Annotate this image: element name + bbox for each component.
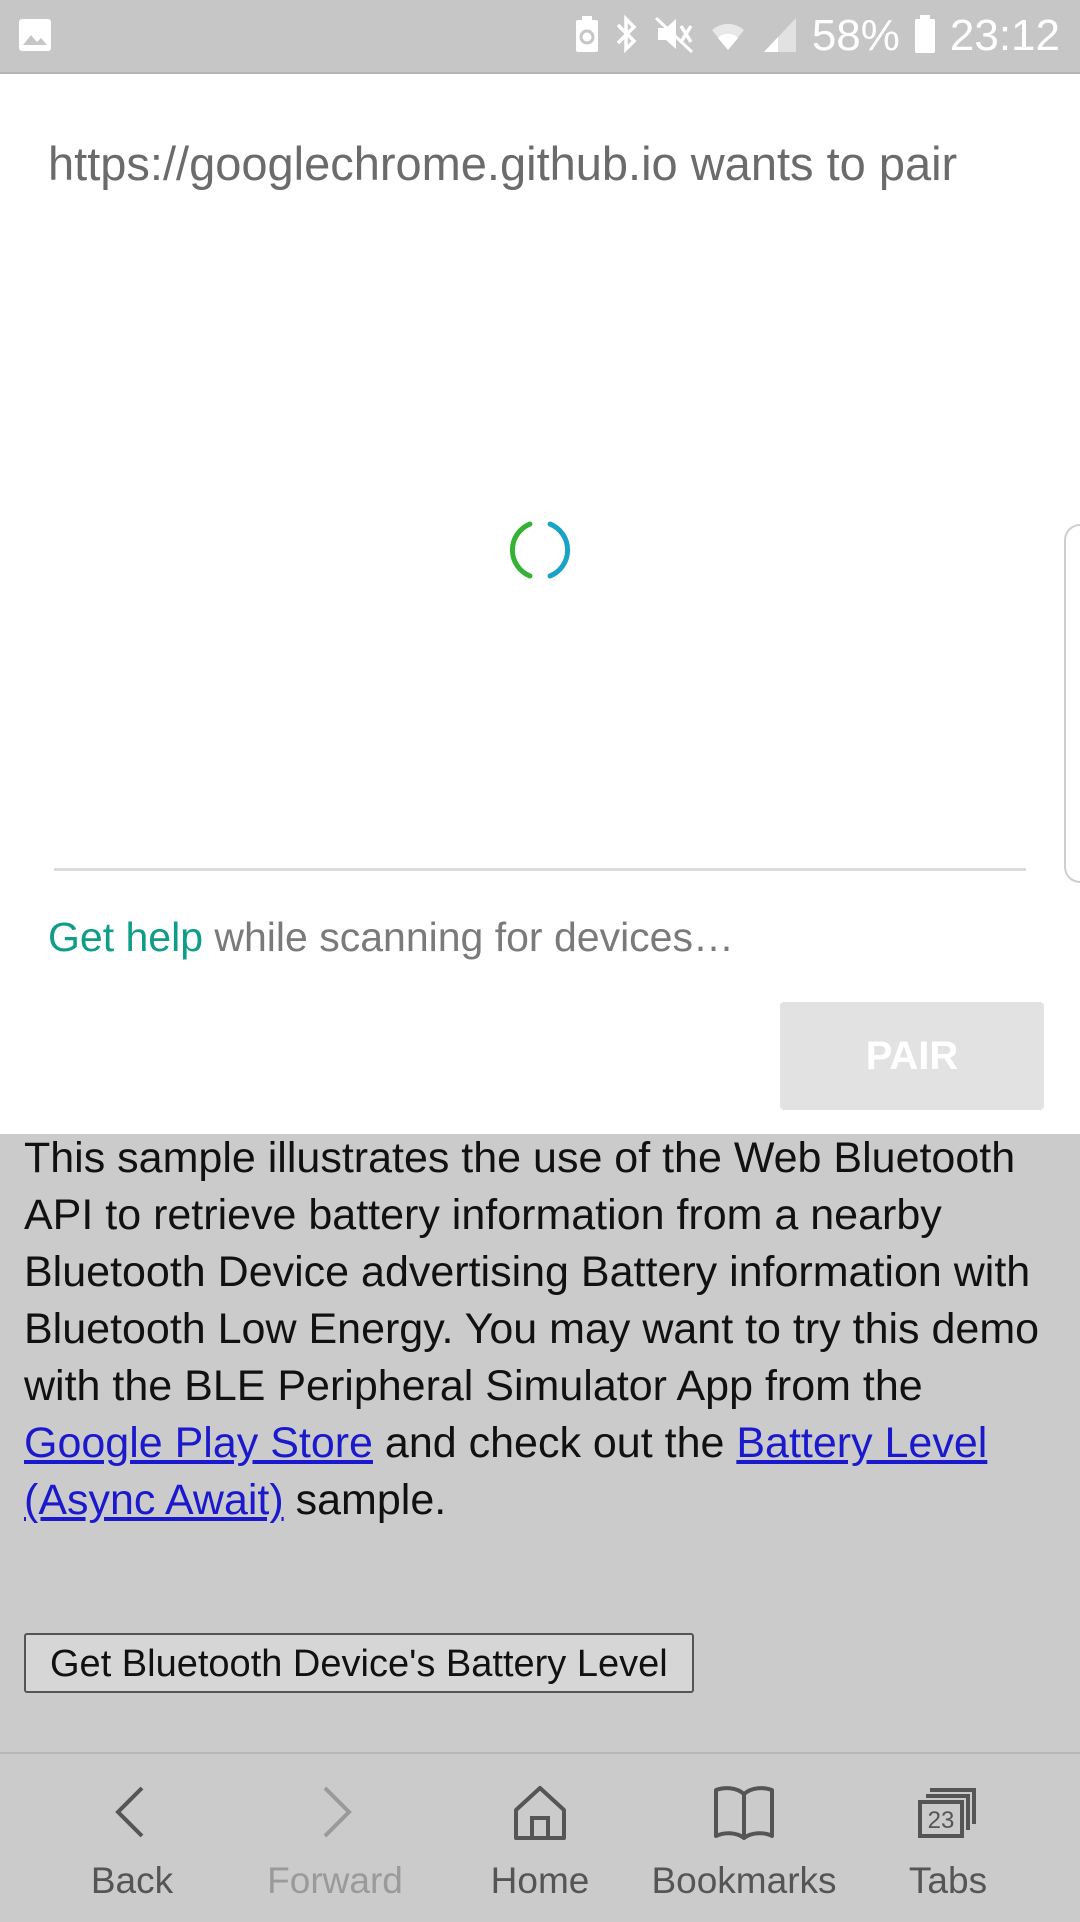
page-description: This sample illustrates the use of the W… [24,1130,1054,1529]
home-button[interactable]: Home [440,1754,640,1922]
clock: 23:12 [949,11,1060,60]
home-icon [514,1786,566,1840]
forward-button[interactable]: Forward [235,1754,435,1922]
back-button[interactable]: Back [32,1754,232,1922]
tabs-button[interactable]: 23 Tabs [848,1754,1048,1922]
bookmarks-button[interactable]: Bookmarks [644,1754,844,1922]
google-play-store-link[interactable]: Google Play Store [24,1419,373,1467]
status-bar: 58% 23:12 [0,0,1080,74]
home-label: Home [490,1860,590,1901]
dialog-title: https://googlechrome.github.io wants to … [48,137,958,190]
pair-button[interactable]: PAIR [780,1002,1044,1110]
bookmarks-label: Bookmarks [651,1860,837,1901]
dialog-divider [54,868,1026,871]
get-battery-level-button[interactable]: Get Bluetooth Device's Battery Level [24,1633,694,1693]
tabs-count: 23 [928,1807,955,1834]
get-help-link[interactable]: Get help [48,914,203,960]
description-middle-text: and check out the [372,1419,737,1467]
scanning-status-text: while scanning for devices… [203,914,734,960]
battery-icon [914,14,936,59]
mute-icon [654,14,694,59]
forward-arrow-icon [323,1786,352,1838]
signal-icon [762,14,798,59]
tabs-icon: 23 [918,1788,976,1838]
wifi-icon [708,14,748,59]
loading-spinner-icon [506,516,574,589]
image-notification-icon [18,18,52,57]
forward-label: Forward [267,1860,403,1901]
help-line: Get help while scanning for devices… [48,914,734,961]
battery-saver-icon [574,15,600,58]
description-text: This sample illustrates the use of the W… [24,1134,1040,1410]
browser-bottom-bar: Back Forward Home Bookmarks 23 Tabs [0,1752,1080,1922]
status-icons: 58% 23:12 [574,0,1060,72]
tabs-label: Tabs [908,1860,988,1901]
bluetooth-pair-dialog: https://googlechrome.github.io wants to … [0,74,1080,1134]
battery-percent: 58% [811,11,900,60]
back-arrow-icon [115,1786,144,1838]
edge-panel-handle[interactable] [1064,524,1080,883]
description-end-text: sample. [283,1476,447,1524]
back-label: Back [90,1860,174,1901]
bluetooth-icon [614,14,640,59]
bookmarks-book-icon [714,1786,774,1840]
